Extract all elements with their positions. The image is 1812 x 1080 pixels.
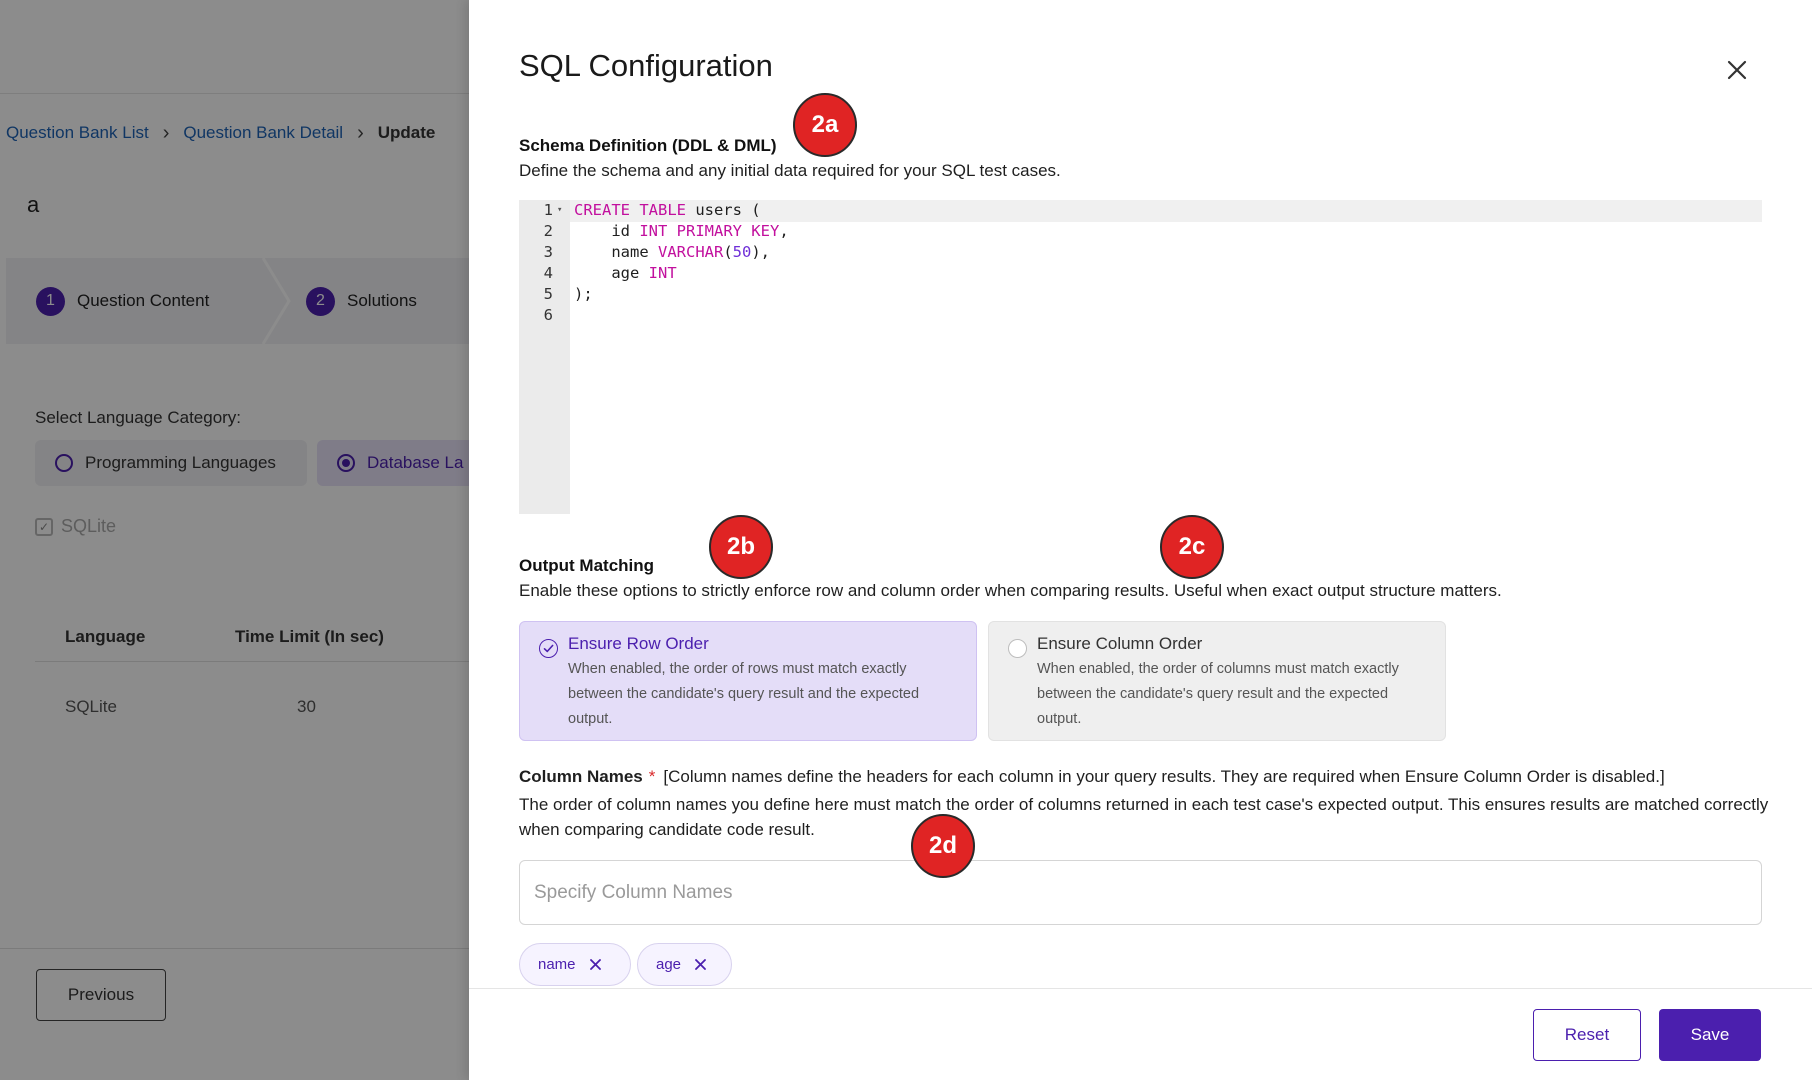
line-number: 2 <box>543 222 553 240</box>
schema-code-editor[interactable]: 1 ▾ 2 3 4 5 6 CREATE TABLE users ( id IN… <box>519 200 1762 514</box>
unchecked-circle-icon <box>1008 639 1027 658</box>
code-keyword: INT <box>648 264 677 282</box>
line-number: 1 <box>543 201 553 219</box>
code-keyword: CREATE TABLE <box>574 201 686 219</box>
close-icon <box>1727 60 1747 80</box>
code-text: , <box>779 222 789 240</box>
annotation-marker-2a: 2a <box>793 93 857 157</box>
column-names-note: [Column names define the headers for eac… <box>663 767 1665 786</box>
output-matching-description: Enable these options to strictly enforce… <box>519 581 1502 600</box>
code-line: ); <box>574 284 593 305</box>
line-number: 6 <box>543 306 553 324</box>
code-number: 50 <box>732 243 752 261</box>
column-names-title: Column Names <box>519 767 643 786</box>
checked-circle-icon <box>539 639 558 658</box>
code-text: age <box>574 264 649 282</box>
code-text: id <box>574 222 640 240</box>
schema-title: Schema Definition (DDL & DML) <box>519 136 777 155</box>
remove-chip-icon[interactable] <box>589 959 601 970</box>
required-asterisk: * <box>648 767 656 786</box>
code-text: name <box>574 243 658 261</box>
code-line: age INT <box>574 263 677 284</box>
code-line: id INT PRIMARY KEY, <box>574 221 789 242</box>
code-keyword: VARCHAR <box>658 243 724 261</box>
option-description: When enabled, the order of rows must mat… <box>568 661 920 727</box>
code-line: CREATE TABLE users ( <box>574 200 761 221</box>
sql-configuration-drawer: SQL Configuration Schema Definition (DDL… <box>469 0 1812 1080</box>
background-page: Question Bank List › Question Bank Detai… <box>0 0 470 1080</box>
code-keyword: INT PRIMARY KEY <box>639 222 780 240</box>
ensure-column-order-option[interactable]: Ensure Column Order When enabled, the or… <box>988 621 1446 741</box>
remove-chip-icon[interactable] <box>695 959 706 970</box>
annotation-marker-2b: 2b <box>709 515 773 579</box>
close-button[interactable] <box>1723 56 1751 84</box>
column-names-description: The order of column names you define her… <box>519 795 1769 839</box>
line-number-gutter: 1 ▾ 2 3 4 5 6 <box>519 200 570 514</box>
column-names-input[interactable] <box>519 860 1762 925</box>
line-number: 3 <box>543 243 553 261</box>
code-text: users ( <box>685 201 761 219</box>
output-matching-title: Output Matching <box>519 556 655 575</box>
drawer-title: SQL Configuration <box>519 48 773 83</box>
schema-description: Define the schema and any initial data r… <box>519 161 1061 180</box>
modal-overlay[interactable] <box>0 0 470 1080</box>
column-names-header: Column Names * [Column names define the he… <box>519 767 1665 787</box>
option-description: When enabled, the order of columns must … <box>1037 661 1399 727</box>
save-button[interactable]: Save <box>1659 1009 1761 1061</box>
column-chip-name: name <box>519 943 631 986</box>
annotation-marker-2c: 2c <box>1160 515 1224 579</box>
line-number: 4 <box>543 264 553 282</box>
code-text: ( <box>723 243 733 261</box>
chip-label: name <box>538 956 576 973</box>
column-chip-age: age <box>637 943 732 986</box>
code-text: ); <box>574 285 593 303</box>
annotation-marker-2d: 2d <box>911 814 975 878</box>
chip-label: age <box>656 956 682 973</box>
code-line: name VARCHAR(50), <box>574 242 770 263</box>
reset-button[interactable]: Reset <box>1533 1009 1641 1061</box>
ensure-row-order-option[interactable]: Ensure Row Order When enabled, the order… <box>519 621 977 741</box>
option-title: Ensure Row Order <box>568 634 709 653</box>
option-title: Ensure Column Order <box>1037 634 1203 653</box>
line-number: 5 <box>543 285 553 303</box>
code-text: ), <box>751 243 771 261</box>
fold-arrow-icon[interactable]: ▾ <box>557 200 562 221</box>
